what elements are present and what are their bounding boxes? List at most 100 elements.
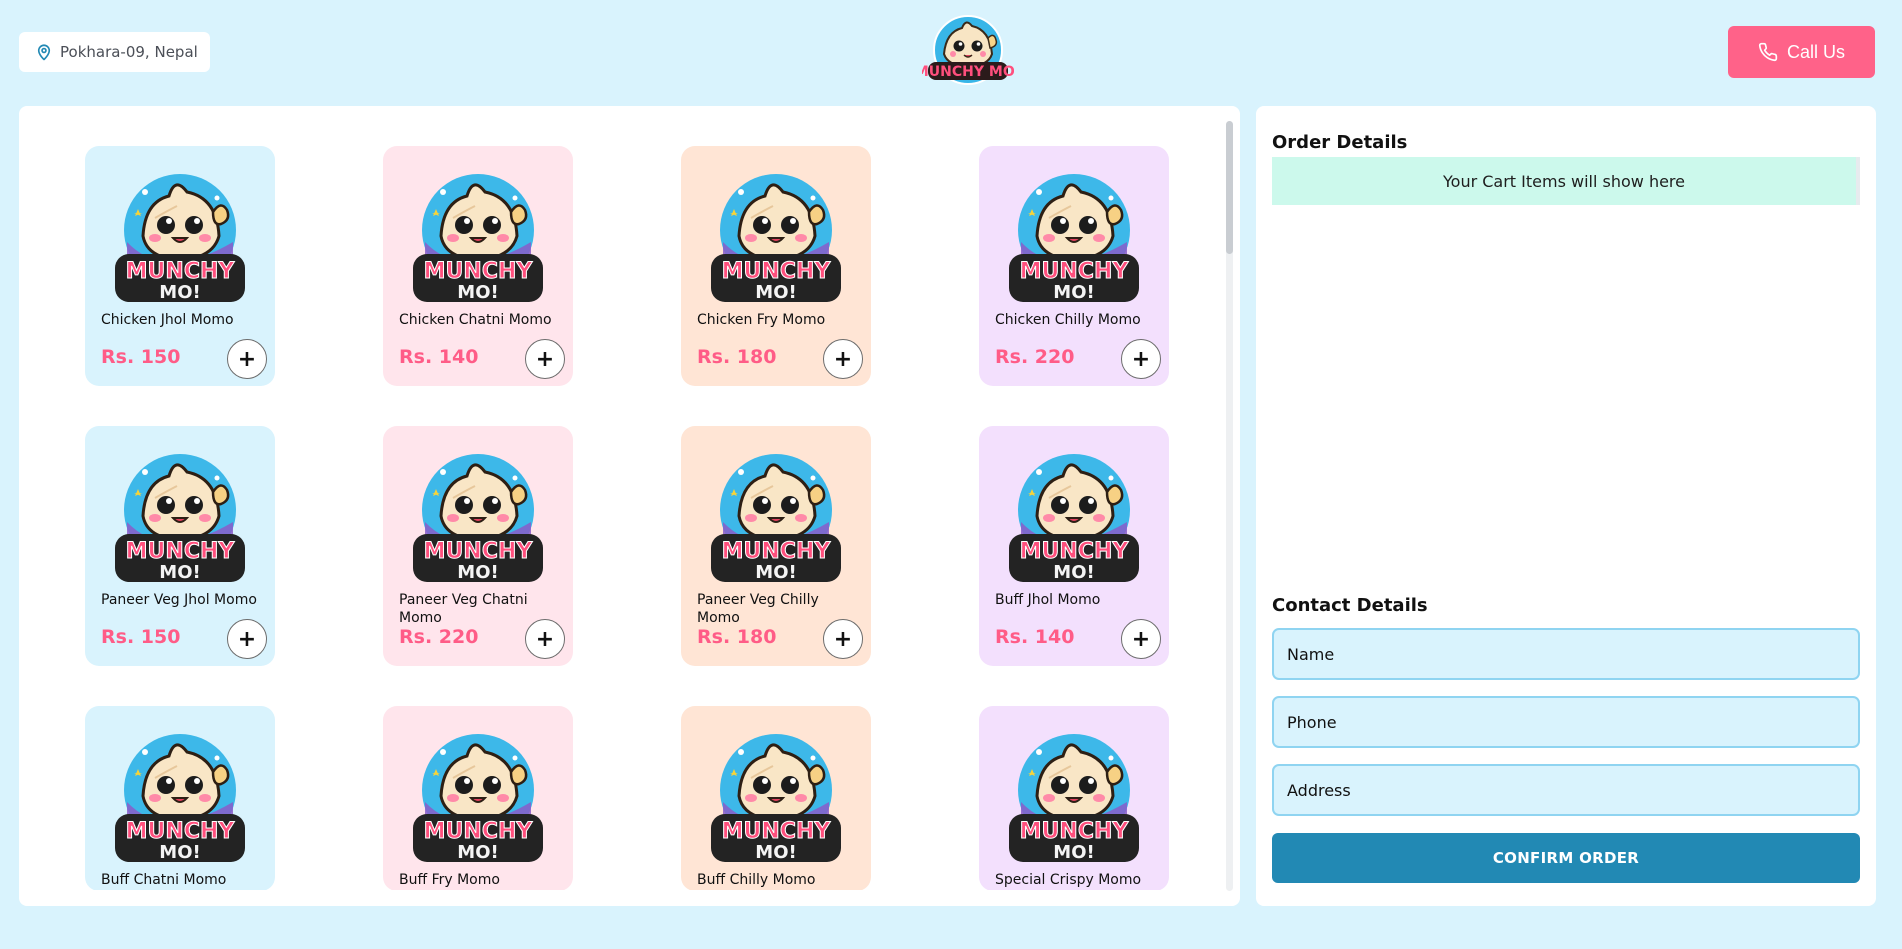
menu-item-name: Chicken Chilly Momo: [995, 312, 1141, 328]
menu-item-name: Paneer Veg Jhol Momo: [101, 592, 257, 608]
svg-text:MO!: MO!: [755, 562, 796, 583]
svg-text:MUNCHY: MUNCHY: [126, 539, 236, 564]
add-to-cart-button[interactable]: +: [227, 339, 267, 379]
menu-card: MUNCHY MO! Paneer Veg Jhol Momo Rs. 150 +: [85, 426, 275, 666]
contact-details-title: Contact Details: [1272, 595, 1428, 616]
header: Pokhara-09, Nepal MUNCHY MO! Call Us: [0, 0, 1902, 105]
name-field[interactable]: [1272, 628, 1860, 680]
svg-text:MUNCHY: MUNCHY: [424, 539, 534, 564]
svg-text:MUNCHY: MUNCHY: [424, 259, 534, 284]
menu-card: MUNCHY MO! Buff Fry Momo: [383, 706, 573, 890]
menu-item-name: Buff Chilly Momo: [697, 872, 816, 888]
svg-text:MO!: MO!: [755, 842, 796, 863]
momo-logo-image: MUNCHY MO!: [403, 442, 553, 592]
momo-logo-image: MUNCHY MO!: [999, 442, 1149, 592]
menu-item-name: Chicken Fry Momo: [697, 312, 826, 328]
svg-text:MUNCHY: MUNCHY: [722, 259, 832, 284]
add-to-cart-button[interactable]: +: [1121, 619, 1161, 659]
confirm-order-button[interactable]: CONFIRM ORDER: [1272, 833, 1860, 883]
plus-icon: +: [833, 346, 853, 372]
cart-empty-message: Your Cart Items will show here: [1272, 157, 1860, 205]
menu-item-price: Rs. 150: [101, 626, 181, 648]
plus-icon: +: [535, 346, 555, 372]
map-pin-icon: [35, 43, 53, 61]
svg-text:MO!: MO!: [159, 282, 200, 303]
add-to-cart-button[interactable]: +: [823, 619, 863, 659]
svg-text:MO!: MO!: [755, 282, 796, 303]
menu-card: MUNCHY MO! Special Crispy Momo: [979, 706, 1169, 890]
svg-text:MO!: MO!: [457, 842, 498, 863]
menu-item-name: Chicken Jhol Momo: [101, 312, 234, 328]
svg-text:MO!: MO!: [1053, 282, 1094, 303]
logo-text: MUNCHY MO!: [922, 64, 1014, 80]
svg-text:MO!: MO!: [457, 562, 498, 583]
svg-text:MUNCHY: MUNCHY: [424, 819, 534, 844]
plus-icon: +: [1131, 626, 1151, 652]
momo-logo-image: MUNCHY MO!: [105, 442, 255, 592]
menu-card: MUNCHY MO! Chicken Jhol Momo Rs. 150 +: [85, 146, 275, 386]
munchy-mo-logo[interactable]: MUNCHY MO!: [915, 10, 1021, 96]
momo-logo-image: MUNCHY MO!: [403, 722, 553, 872]
menu-card: MUNCHY MO! Chicken Fry Momo Rs. 180 +: [681, 146, 871, 386]
svg-text:MO!: MO!: [1053, 842, 1094, 863]
menu-card: MUNCHY MO! Paneer Veg Chatni Momo Rs. 220…: [383, 426, 573, 666]
svg-text:MUNCHY: MUNCHY: [722, 539, 832, 564]
add-to-cart-button[interactable]: +: [1121, 339, 1161, 379]
menu-item-name: Buff Fry Momo: [399, 872, 500, 888]
svg-text:MUNCHY: MUNCHY: [126, 259, 236, 284]
svg-text:MO!: MO!: [159, 842, 200, 863]
menu-item-price: Rs. 220: [995, 346, 1075, 368]
momo-logo-image: MUNCHY MO!: [999, 162, 1149, 312]
menu-item-price: Rs. 140: [995, 626, 1075, 648]
menu-card: MUNCHY MO! Buff Chatni Momo: [85, 706, 275, 890]
menu-panel: MUNCHY MO! Chicken Jhol Momo Rs. 150 + MUN…: [19, 106, 1240, 906]
phone-field[interactable]: [1272, 696, 1860, 748]
svg-text:MUNCHY: MUNCHY: [1020, 259, 1130, 284]
svg-text:MO!: MO!: [1053, 562, 1094, 583]
menu-item-price: Rs. 180: [697, 346, 777, 368]
plus-icon: +: [237, 346, 257, 372]
svg-text:MO!: MO!: [159, 562, 200, 583]
svg-text:MUNCHY: MUNCHY: [1020, 539, 1130, 564]
menu-item-name: Special Crispy Momo: [995, 872, 1142, 888]
menu-item-price: Rs. 140: [399, 346, 479, 368]
add-to-cart-button[interactable]: +: [227, 619, 267, 659]
menu-item-name: Buff Chatni Momo: [101, 872, 227, 888]
menu-card: MUNCHY MO! Paneer Veg Chilly Momo Rs. 180…: [681, 426, 871, 666]
momo-logo-image: MUNCHY MO!: [701, 442, 851, 592]
menu-item-name: Buff Jhol Momo: [995, 592, 1101, 608]
momo-logo-image: MUNCHY MO!: [999, 722, 1149, 872]
svg-text:MUNCHY: MUNCHY: [722, 819, 832, 844]
momo-logo-image: MUNCHY MO!: [105, 162, 255, 312]
menu-card: MUNCHY MO! Chicken Chilly Momo Rs. 220 +: [979, 146, 1169, 386]
menu-item-price: Rs. 150: [101, 346, 181, 368]
menu-item-price: Rs. 180: [697, 626, 777, 648]
menu-item-name: Chicken Chatni Momo: [399, 312, 552, 328]
svg-text:MUNCHY: MUNCHY: [1020, 819, 1130, 844]
menu-scrollbar-thumb[interactable]: [1226, 121, 1233, 254]
momo-logo-image: MUNCHY MO!: [403, 162, 553, 312]
location-badge: Pokhara-09, Nepal: [19, 32, 210, 72]
menu-card: MUNCHY MO! Chicken Chatni Momo Rs. 140 +: [383, 146, 573, 386]
add-to-cart-button[interactable]: +: [525, 339, 565, 379]
plus-icon: +: [535, 626, 555, 652]
address-field[interactable]: [1272, 764, 1860, 816]
plus-icon: +: [833, 626, 853, 652]
call-us-label: Call Us: [1786, 41, 1845, 62]
svg-text:MO!: MO!: [457, 282, 498, 303]
menu-grid: MUNCHY MO! Chicken Jhol Momo Rs. 150 + MUN…: [19, 106, 1229, 890]
add-to-cart-button[interactable]: +: [823, 339, 863, 379]
order-details-title: Order Details: [1272, 132, 1408, 153]
menu-item-price: Rs. 220: [399, 626, 479, 648]
momo-logo-image: MUNCHY MO!: [105, 722, 255, 872]
location-text: Pokhara-09, Nepal: [60, 43, 198, 61]
call-us-button[interactable]: Call Us: [1728, 26, 1875, 78]
momo-logo-image: MUNCHY MO!: [701, 722, 851, 872]
add-to-cart-button[interactable]: +: [525, 619, 565, 659]
plus-icon: +: [237, 626, 257, 652]
svg-text:MUNCHY: MUNCHY: [126, 819, 236, 844]
menu-card: MUNCHY MO! Buff Jhol Momo Rs. 140 +: [979, 426, 1169, 666]
menu-card: MUNCHY MO! Buff Chilly Momo: [681, 706, 871, 890]
order-panel: Order Details Your Cart Items will show …: [1256, 106, 1876, 906]
phone-icon: [1758, 42, 1778, 62]
